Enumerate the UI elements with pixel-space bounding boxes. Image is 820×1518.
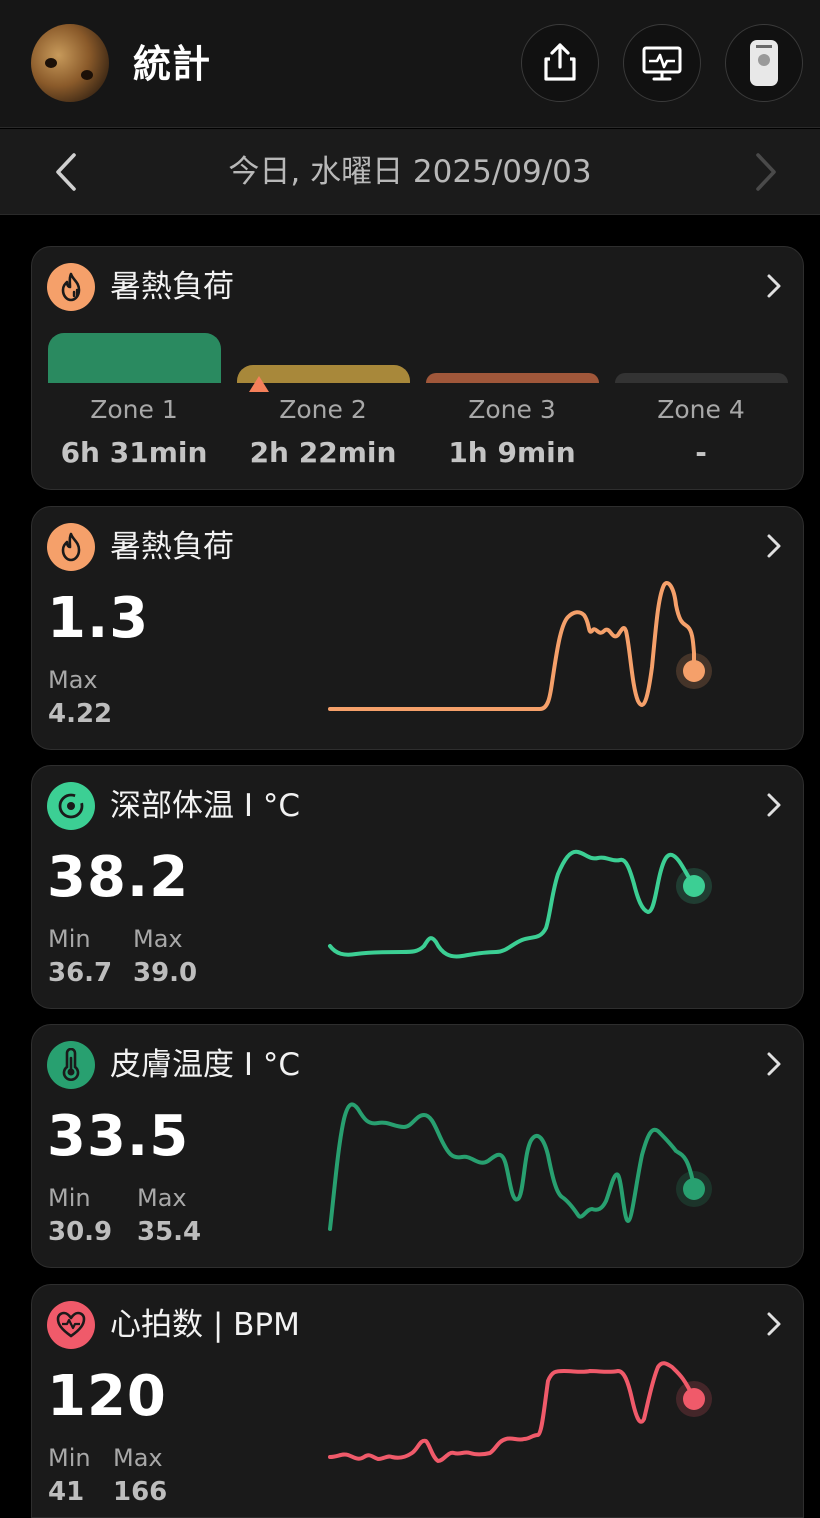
- heat-zones-card[interactable]: 暑熱負荷 Zone 1 Zone 2 Zone 3 Zone 4 6h 31mi…: [31, 246, 804, 490]
- chevron-right-icon[interactable]: [763, 271, 785, 301]
- app-header: 統計: [0, 0, 820, 128]
- zone-label: Zone 4: [657, 395, 745, 424]
- avatar[interactable]: [31, 24, 109, 102]
- date-label: 今日, 水曜日 2025/09/03: [228, 154, 592, 190]
- card-title: 暑熱負荷: [110, 529, 234, 565]
- monitor-button[interactable]: [623, 24, 701, 102]
- device-button[interactable]: [725, 24, 803, 102]
- min-label: Min: [48, 925, 91, 953]
- card-title: 深部体温 I °C: [110, 788, 300, 824]
- share-button[interactable]: [521, 24, 599, 102]
- chevron-right-icon[interactable]: [763, 1309, 785, 1339]
- zone-duration: -: [695, 436, 707, 469]
- zone-duration: 1h 9min: [448, 436, 576, 469]
- min-value: 30.9: [48, 1217, 113, 1247]
- card-title: 暑熱負荷: [110, 269, 234, 305]
- min-value: 36.7: [48, 958, 113, 988]
- thermometer-icon: [47, 1041, 95, 1089]
- card-title: 皮膚温度 I °C: [110, 1047, 300, 1083]
- heart-icon: [47, 1301, 95, 1349]
- max-value: 166: [113, 1477, 168, 1507]
- max-label: Max: [137, 1184, 187, 1212]
- zone-1-bar: [48, 333, 221, 383]
- current-value: 120: [47, 1364, 167, 1429]
- zone-4-bar: [615, 373, 788, 383]
- share-icon: [544, 43, 576, 81]
- zone-3-bar: [426, 373, 599, 383]
- flame-icon: [47, 523, 95, 571]
- heat-load-card[interactable]: 暑熱負荷 1.3 Max 4.22: [31, 506, 804, 750]
- min-value: 41: [48, 1477, 85, 1507]
- device-icon: [750, 40, 778, 86]
- chevron-right-icon[interactable]: [763, 1049, 785, 1079]
- skin-temp-sparkline: [328, 1102, 712, 1231]
- zone-label: Zone 2: [279, 395, 367, 424]
- heart-rate-sparkline: [328, 1361, 712, 1463]
- current-value: 38.2: [47, 845, 190, 910]
- current-value: 1.3: [47, 586, 150, 651]
- max-label: Max: [48, 666, 98, 694]
- max-value: 39.0: [133, 958, 198, 988]
- date-navigation-bar: 今日, 水曜日 2025/09/03: [0, 129, 820, 215]
- max-value: 35.4: [137, 1217, 202, 1247]
- skin-temp-card[interactable]: 皮膚温度 I °C 33.5 Min 30.9 Max 35.4: [31, 1024, 804, 1268]
- page-title: 統計: [133, 42, 212, 86]
- min-label: Min: [48, 1444, 91, 1472]
- zone-label: Zone 3: [468, 395, 556, 424]
- core-temp-sparkline: [328, 849, 712, 959]
- zone-duration: 6h 31min: [60, 436, 208, 469]
- max-label: Max: [133, 925, 183, 953]
- chevron-right-icon[interactable]: [746, 151, 786, 193]
- zone-duration: 2h 22min: [249, 436, 397, 469]
- current-value: 33.5: [47, 1104, 190, 1169]
- monitor-icon: [642, 46, 682, 81]
- card-title: 心拍数 | BPM: [110, 1307, 300, 1343]
- heat-load-sparkline: [328, 581, 712, 711]
- chevron-right-icon[interactable]: [763, 790, 785, 820]
- chevron-right-icon[interactable]: [763, 531, 785, 561]
- max-value: 4.22: [48, 699, 113, 729]
- max-label: Max: [113, 1444, 163, 1472]
- heat-stress-icon: [47, 263, 95, 311]
- current-zone-marker-icon: [249, 376, 269, 392]
- core-temp-icon: [47, 782, 95, 830]
- core-temp-card[interactable]: 深部体温 I °C 38.2 Min 36.7 Max 39.0: [31, 765, 804, 1009]
- min-label: Min: [48, 1184, 91, 1212]
- heart-rate-card[interactable]: 心拍数 | BPM 120 Min 41 Max 166: [31, 1284, 804, 1518]
- zone-label: Zone 1: [90, 395, 178, 424]
